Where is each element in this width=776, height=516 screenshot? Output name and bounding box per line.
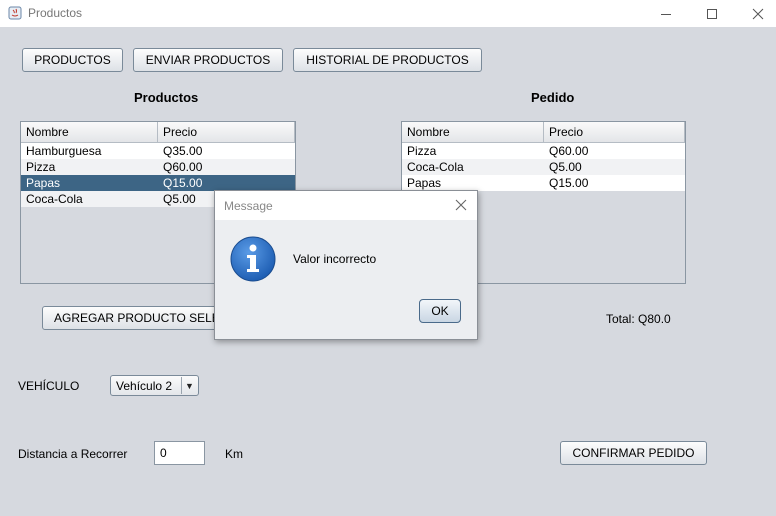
info-icon — [230, 236, 276, 282]
cell-nombre: Papas — [407, 176, 442, 190]
distancia-label: Distancia a Recorrer — [18, 447, 128, 461]
vehiculo-select[interactable]: Vehículo 2 ▼ — [110, 375, 199, 396]
pedido-title: Pedido — [531, 90, 575, 105]
message-dialog: Message Valor incorrecto OK — [214, 190, 478, 340]
confirmar-pedido-button[interactable]: CONFIRMAR PEDIDO — [560, 441, 707, 465]
table-row[interactable]: Pizza Q60.00 — [21, 159, 295, 175]
minimize-button[interactable] — [643, 0, 689, 27]
productos-title: Productos — [134, 90, 199, 105]
table-row[interactable]: Hamburguesa Q35.00 — [21, 143, 295, 159]
vehiculo-label: VEHÍCULO — [18, 379, 80, 393]
productos-table-header: Nombre Precio — [21, 122, 295, 143]
km-unit-label: Km — [225, 447, 243, 461]
dialog-message: Valor incorrecto — [293, 252, 377, 266]
table-row[interactable]: Coca-Cola Q5.00 — [402, 159, 685, 175]
dropdown-arrow-icon[interactable]: ▼ — [181, 377, 197, 394]
vehiculo-selected-value: Vehículo 2 — [116, 379, 173, 393]
cell-precio: Q5.00 — [163, 192, 196, 206]
productos-button[interactable]: PRODUCTOS — [22, 48, 123, 72]
table-row[interactable]: Papas Q15.00 — [402, 175, 685, 191]
total-label: Total: Q80.0 — [606, 312, 671, 326]
cell-nombre: Coca-Cola — [407, 160, 464, 174]
cell-nombre: Pizza — [407, 144, 437, 158]
close-icon — [752, 8, 764, 19]
distancia-input[interactable]: 0 — [154, 441, 205, 465]
close-window-button[interactable] — [735, 0, 776, 27]
dialog-title: Message — [224, 199, 273, 213]
maximize-icon — [707, 8, 717, 19]
cell-nombre: Pizza — [26, 160, 56, 174]
window-titlebar: Productos — [0, 0, 776, 27]
cell-precio: Q15.00 — [163, 176, 203, 190]
enviar-productos-button[interactable]: ENVIAR PRODUCTOS — [133, 48, 283, 72]
cell-precio: Q5.00 — [549, 160, 582, 174]
column-header-nombre[interactable]: Nombre — [402, 122, 544, 142]
dialog-titlebar: Message — [215, 191, 477, 220]
cell-nombre: Papas — [26, 176, 61, 190]
close-icon[interactable] — [453, 197, 469, 213]
cell-precio: Q60.00 — [549, 144, 589, 158]
column-header-nombre[interactable]: Nombre — [21, 122, 158, 142]
table-row-selected[interactable]: Papas Q15.00 — [21, 175, 295, 191]
java-app-icon — [8, 6, 22, 20]
table-row[interactable]: Pizza Q60.00 — [402, 143, 685, 159]
minimize-icon — [661, 13, 671, 15]
cell-precio: Q15.00 — [549, 176, 589, 190]
window-title: Productos — [28, 6, 83, 20]
cell-nombre: Coca-Cola — [26, 192, 83, 206]
cell-nombre: Hamburguesa — [26, 144, 102, 158]
column-header-precio[interactable]: Precio — [544, 122, 685, 142]
historial-productos-button[interactable]: HISTORIAL DE PRODUCTOS — [293, 48, 482, 72]
maximize-button[interactable] — [689, 0, 735, 27]
cell-precio: Q35.00 — [163, 144, 203, 158]
cell-precio: Q60.00 — [163, 160, 203, 174]
ok-button[interactable]: OK — [419, 299, 461, 323]
column-header-precio[interactable]: Precio — [158, 122, 295, 142]
pedido-table-header: Nombre Precio — [402, 122, 685, 143]
